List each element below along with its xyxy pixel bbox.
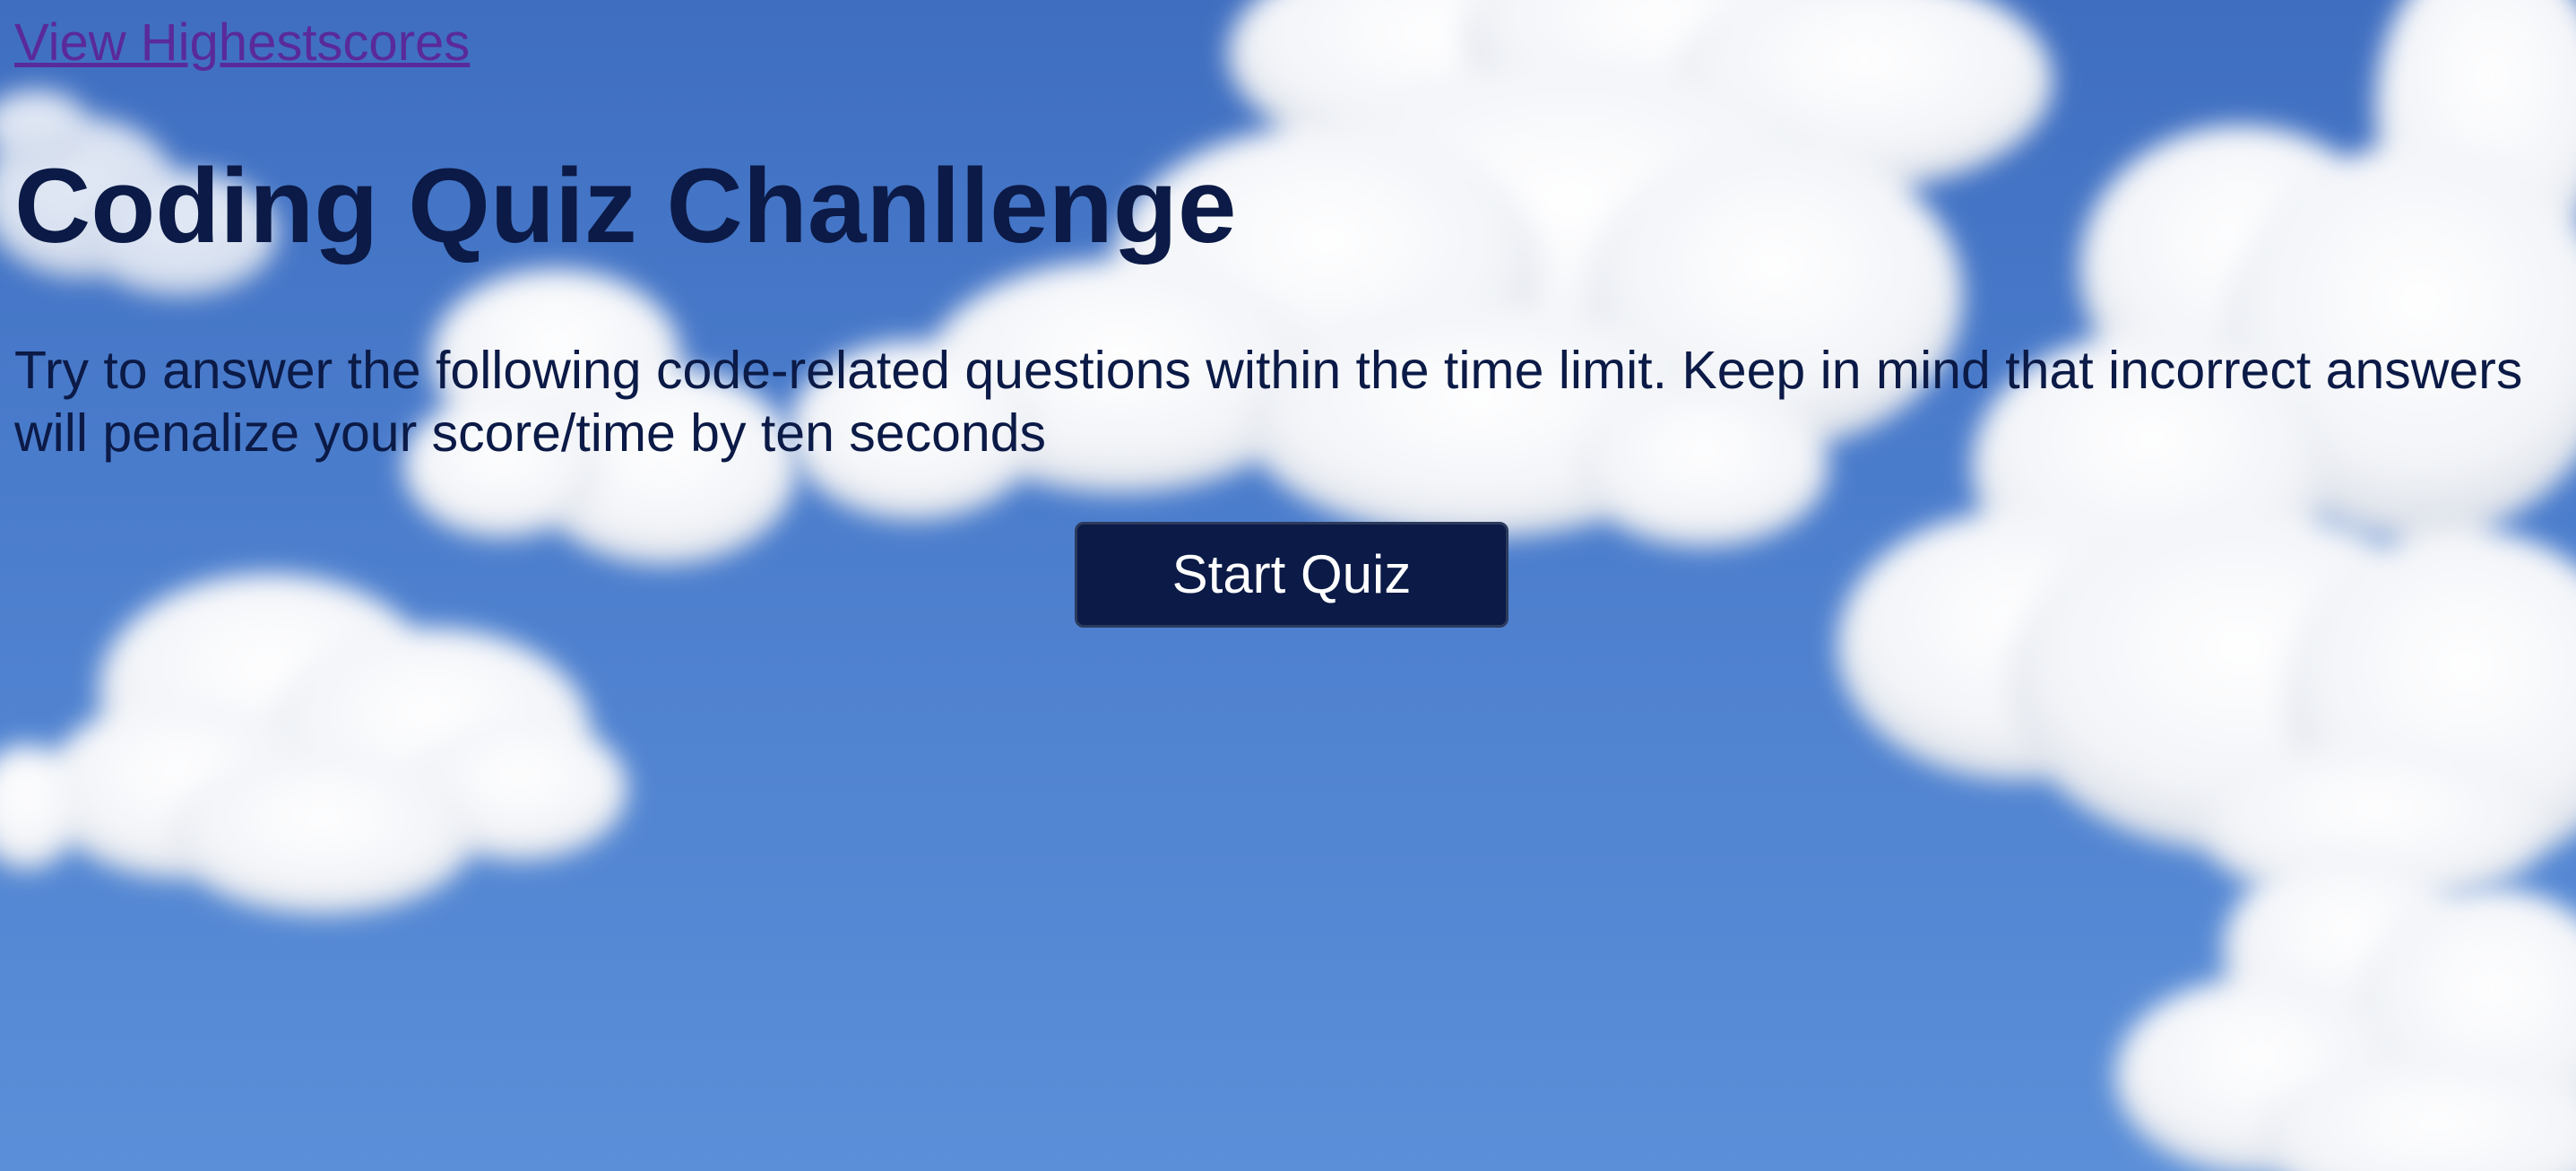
view-highscores-link[interactable]: View Highestscores (14, 11, 470, 75)
start-quiz-button[interactable]: Start Quiz (1075, 522, 1508, 628)
page-content: View Highestscores Coding Quiz Chanlleng… (0, 0, 2576, 1171)
page-title: Coding Quiz Chanllenge (14, 147, 1237, 265)
quiz-instructions: Try to answer the following code-related… (14, 341, 2523, 463)
